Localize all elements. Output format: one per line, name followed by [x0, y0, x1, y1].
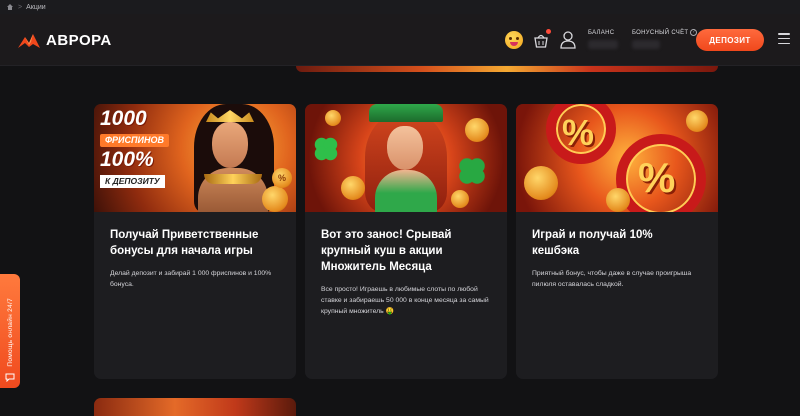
banner-line-1: 1000: [100, 107, 147, 130]
banner-line-4: К ДЕПОЗИТУ: [100, 175, 165, 188]
clover-icon: [314, 137, 338, 161]
deposit-button[interactable]: ДЕПОЗИТ: [696, 29, 764, 51]
banner-promo-text: 1000 ФРИСПИНОВ 100% К ДЕПОЗИТУ: [100, 108, 192, 189]
gift-basket-icon[interactable]: [533, 29, 551, 48]
logo[interactable]: АВРОРА: [18, 32, 112, 49]
user-icon[interactable]: [560, 31, 576, 49]
promo-title: Получай Приветственные бонусы для начала…: [110, 229, 259, 257]
promo-card-multiplier[interactable]: Вот это занос! Срывай крупный куш в акци…: [305, 104, 507, 379]
promo-title: Играй и получай 10% кешбэка: [532, 229, 653, 257]
help-online-label: Помощь онлайн 24/7: [6, 298, 14, 367]
promo-banner-multiplier: [305, 104, 507, 212]
bonus-value-blurred: [632, 40, 660, 49]
next-promo-card-edge: [94, 398, 296, 416]
balance-value-blurred: [588, 40, 618, 49]
banner-line-3: 100%: [100, 148, 154, 171]
help-online-tab[interactable]: Помощь онлайн 24/7: [0, 274, 20, 388]
clover-icon: [459, 158, 485, 184]
chat-icon: [5, 373, 15, 382]
percent-symbol-icon: %: [638, 154, 676, 201]
promo-banner-welcome: % 1000 ФРИСПИНОВ 100% К ДЕПОЗИТУ: [94, 104, 296, 212]
promo-description: Все просто! Играешь в любимые слоты по л…: [321, 286, 489, 315]
promo-description: Делай депозит и забирай 1 000 фриспинов …: [110, 270, 272, 288]
breadcrumb-current: Акции: [26, 3, 46, 11]
percent-symbol-icon: %: [562, 112, 595, 153]
breadcrumb: > Акции: [0, 0, 800, 14]
bonus-account-label-text: БОНУСНЫЙ СЧЁТ: [632, 29, 689, 36]
notification-dot: [546, 29, 551, 34]
previous-banner-edge: [296, 66, 718, 72]
promo-description: Приятный бонус, чтобы даже в случае прои…: [532, 270, 692, 288]
percent-coin-icon: %: [272, 168, 292, 188]
home-icon[interactable]: [6, 3, 14, 11]
promo-card-cashback[interactable]: % % Играй и получай 10% кешбэка Приятный…: [516, 104, 718, 379]
emoji-face-icon[interactable]: [505, 31, 523, 49]
logo-text: АВРОРА: [46, 32, 112, 49]
menu-icon[interactable]: [778, 33, 790, 44]
promo-card-welcome[interactable]: % 1000 ФРИСПИНОВ 100% К ДЕПОЗИТУ Получай…: [94, 104, 296, 379]
bonus-account-label: БОНУСНЫЙ СЧЁТ ?: [632, 29, 698, 36]
promo-banner-cashback: % %: [516, 104, 718, 212]
breadcrumb-separator: >: [18, 3, 23, 11]
promo-title: Вот это занос! Срывай крупный куш в акци…: [321, 229, 452, 273]
banner-line-2: ФРИСПИНОВ: [100, 134, 169, 147]
logo-mark-icon: [18, 33, 40, 48]
site-header: АВРОРА БАЛАНС БОНУСНЫЙ СЧЁТ ? ДЕПОЗИТ: [0, 14, 800, 66]
balance-label: БАЛАНС: [588, 30, 615, 36]
